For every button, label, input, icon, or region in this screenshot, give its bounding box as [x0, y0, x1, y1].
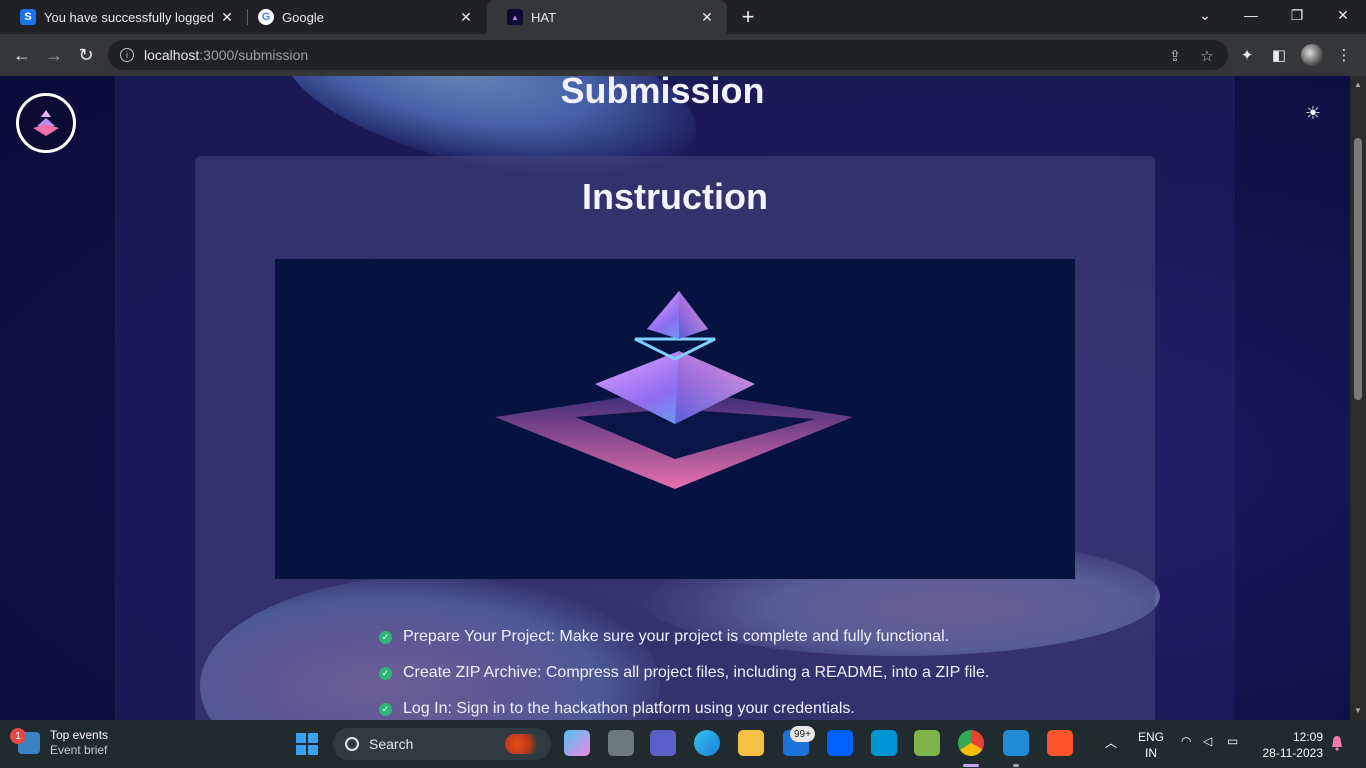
- tab-title: Google: [282, 9, 324, 25]
- new-tab-icon[interactable]: +: [736, 4, 760, 29]
- brave-icon[interactable]: [1047, 730, 1073, 756]
- lang-region: IN: [1145, 746, 1157, 760]
- tab-hat[interactable]: ▲ HAT ✕: [487, 0, 727, 34]
- search-label: Search: [369, 736, 414, 752]
- search-highlight-icon: [505, 734, 545, 754]
- page-title: Submission: [560, 76, 765, 111]
- step-text: Create ZIP Archive: Compress all project…: [403, 664, 990, 681]
- reload-icon[interactable]: ↻: [73, 42, 99, 68]
- teams-meet-icon[interactable]: [650, 730, 676, 756]
- widgets-icon: 1: [10, 728, 40, 754]
- close-tab-icon[interactable]: ✕: [699, 9, 715, 25]
- clock-time: 12:09: [1292, 730, 1323, 744]
- tab-title: HAT: [531, 9, 557, 25]
- instruction-steps: ✓ Prepare Your Project: Make sure your p…: [379, 619, 989, 720]
- notification-badge: 1: [10, 728, 26, 744]
- vscode-icon[interactable]: [1003, 730, 1029, 756]
- browser-toolbar: ← → ↻ i localhost:3000/submission ⇪ ☆ ✦ …: [0, 34, 1366, 76]
- check-circle-icon: ✓: [379, 666, 392, 680]
- windows-taskbar: 1 Top events Event brief Search 99+ ︿ EN…: [0, 720, 1366, 768]
- menu-icon[interactable]: ⋮: [1334, 45, 1354, 65]
- minimize-icon[interactable]: —: [1228, 0, 1274, 30]
- notepad-icon[interactable]: [914, 730, 940, 756]
- list-item: ✓ Create ZIP Archive: Compress all proje…: [379, 655, 989, 691]
- pyramid-illustration-icon: [495, 291, 853, 489]
- widgets-title: Top events: [50, 728, 109, 742]
- search-icon: [345, 737, 359, 751]
- address-bar[interactable]: i localhost:3000/submission ⇪ ☆: [108, 40, 1228, 70]
- myhp-icon[interactable]: [871, 730, 897, 756]
- input-language[interactable]: ENG IN: [1138, 729, 1164, 761]
- check-circle-icon: ✓: [379, 702, 392, 716]
- scroll-up-icon[interactable]: ▲: [1354, 80, 1362, 89]
- site-logo[interactable]: [16, 93, 76, 153]
- s-favicon-icon: S: [20, 9, 36, 25]
- scroll-thumb[interactable]: [1354, 138, 1362, 400]
- check-circle-icon: ✓: [379, 630, 392, 644]
- chrome-running-indicator: [963, 764, 979, 767]
- browser-tab-bar: S You have successfully logged on ✕ G Go…: [0, 0, 1366, 34]
- task-view-icon[interactable]: [608, 730, 634, 756]
- widgets-button[interactable]: 1 Top events Event brief: [10, 728, 108, 758]
- pyramid-logo-icon: [33, 110, 59, 136]
- google-favicon-icon: G: [258, 9, 274, 25]
- forward-icon[interactable]: →: [41, 42, 67, 68]
- clock-date: 28-11-2023: [1262, 746, 1324, 760]
- notification-bell-icon[interactable]: [1330, 735, 1344, 751]
- system-clock[interactable]: 12:09 28-11-2023: [1259, 729, 1324, 761]
- hero-image: [275, 259, 1075, 579]
- start-windows-icon[interactable]: [296, 733, 318, 755]
- file-explorer-icon[interactable]: [738, 730, 764, 756]
- vscode-running-indicator: [1013, 764, 1019, 767]
- scroll-down-icon[interactable]: ▼: [1354, 706, 1362, 715]
- theme-toggle-sun-icon[interactable]: ☀: [1303, 103, 1323, 123]
- step-text: Prepare Your Project: Make sure your pro…: [403, 628, 950, 645]
- side-panel-icon[interactable]: ◧: [1269, 45, 1289, 65]
- step-text: Log In: Sign in to the hackathon platfor…: [403, 700, 855, 717]
- mail-badge: 99+: [790, 726, 815, 742]
- close-tab-icon[interactable]: ✕: [458, 9, 474, 25]
- extensions-icon[interactable]: ✦: [1237, 45, 1257, 65]
- tab-search-icon[interactable]: ⌄: [1182, 0, 1228, 30]
- show-hidden-icons-chevron-up-icon[interactable]: ︿: [1105, 734, 1117, 751]
- page-scrollbar[interactable]: ▲ ▼: [1350, 76, 1366, 720]
- page-viewport: ☀ Submission Instruction ✓ Prepare Your …: [0, 76, 1350, 720]
- widgets-text: Top events Event brief: [50, 728, 108, 758]
- tab-logged-on[interactable]: S You have successfully logged on ✕: [0, 0, 247, 34]
- site-info-icon[interactable]: i: [120, 48, 134, 62]
- hat-favicon-icon: ▲: [507, 9, 523, 25]
- list-item: ✓ Prepare Your Project: Make sure your p…: [379, 619, 989, 655]
- dropbox-icon[interactable]: [827, 730, 853, 756]
- chrome-icon[interactable]: [958, 730, 984, 756]
- close-window-icon[interactable]: ✕: [1320, 0, 1366, 30]
- edge-icon[interactable]: [694, 730, 720, 756]
- restore-icon[interactable]: ❐: [1274, 0, 1320, 30]
- battery-icon[interactable]: ▭: [1227, 734, 1238, 748]
- url-path: :3000/submission: [199, 47, 309, 63]
- taskbar-search[interactable]: Search: [333, 728, 551, 760]
- instruction-card: Instruction ✓ Prepare Your Project: Make…: [195, 156, 1155, 720]
- widgets-subtitle: Event brief: [50, 743, 108, 757]
- tab-google[interactable]: G Google ✕: [238, 0, 486, 34]
- tab-title: You have successfully logged on: [44, 9, 213, 25]
- volume-icon[interactable]: ◁: [1203, 734, 1212, 748]
- lang-code: ENG: [1138, 730, 1165, 744]
- profile-avatar[interactable]: [1301, 44, 1323, 66]
- list-item: ✓ Log In: Sign in to the hackathon platf…: [379, 691, 989, 720]
- close-tab-icon[interactable]: ✕: [219, 9, 235, 25]
- bookmark-star-icon[interactable]: ☆: [1198, 47, 1216, 65]
- copilot-icon[interactable]: [564, 730, 590, 756]
- share-icon[interactable]: ⇪: [1166, 47, 1184, 65]
- url-host: localhost: [144, 47, 200, 63]
- wifi-icon[interactable]: ◠: [1181, 734, 1191, 748]
- back-icon[interactable]: ←: [9, 42, 35, 68]
- card-title: Instruction: [582, 176, 768, 217]
